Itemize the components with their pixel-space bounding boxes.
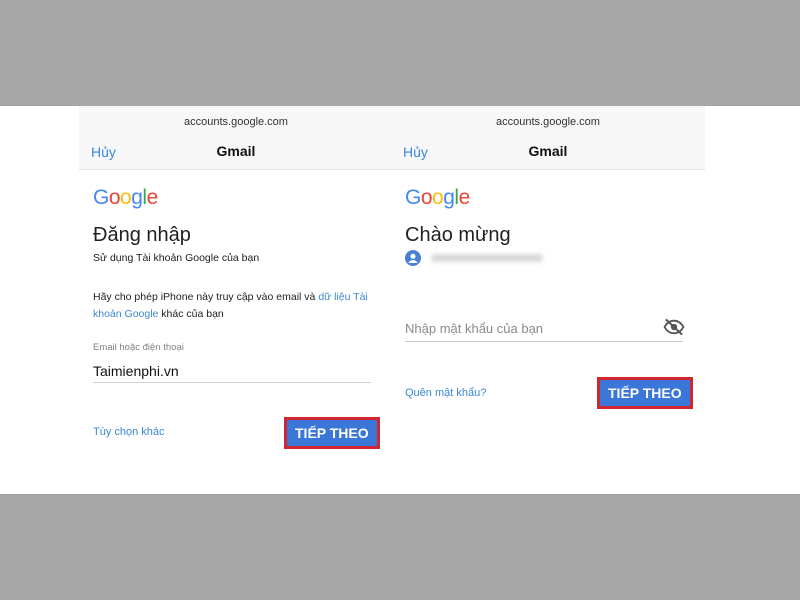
logo-letter: o — [108, 186, 121, 209]
email-field[interactable] — [93, 359, 371, 383]
logo-letter: G — [405, 186, 421, 209]
logo-letter: o — [420, 186, 433, 209]
logo-letter: o — [120, 186, 132, 209]
logo-letter: G — [93, 186, 109, 209]
next-button[interactable]: TIẾP THEO — [597, 377, 693, 409]
next-button[interactable]: TIẾP THEO — [284, 417, 380, 449]
logo-letter: g — [131, 186, 143, 209]
other-options-link[interactable]: Tùy chọn khác — [93, 426, 165, 438]
window-title: Gmail — [216, 143, 256, 159]
sign-in-screen: accounts.google.com Hủy Gmail Google Đăn… — [79, 106, 393, 494]
logo-letter: g — [443, 186, 455, 209]
password-input[interactable] — [405, 316, 683, 342]
logo-letter: e — [146, 186, 159, 209]
email-field-label: Email hoặc điện thoại — [93, 342, 184, 353]
password-screen: accounts.google.com Hủy Gmail Google Chà… — [391, 106, 705, 494]
account-chip[interactable] — [405, 248, 543, 268]
logo-letter: o — [432, 186, 444, 209]
permission-text-suffix: khác của bạn — [158, 308, 224, 320]
page-subtitle: Sử dụng Tài khoản Google của bạn — [93, 252, 260, 264]
window-title: Gmail — [528, 143, 568, 159]
google-logo: Google — [405, 186, 470, 210]
logo-letter: e — [458, 186, 471, 209]
google-logo: Google — [93, 186, 158, 210]
url-bar: accounts.google.com — [184, 116, 288, 128]
account-circle-icon — [405, 250, 421, 266]
browser-top-bar: accounts.google.com Hủy Gmail — [79, 106, 393, 170]
url-bar: accounts.google.com — [496, 116, 600, 128]
forgot-password-link[interactable]: Quên mật khẩu? — [405, 387, 486, 399]
page-title: Chào mừng — [405, 224, 511, 246]
eye-off-icon[interactable] — [663, 318, 685, 336]
blurred-email — [431, 254, 543, 262]
page-title: Đăng nhập — [93, 224, 191, 246]
permission-text-main: Hãy cho phép iPhone này truy cập vào ema… — [93, 291, 319, 303]
permission-text: Hãy cho phép iPhone này truy cập vào ema… — [93, 289, 383, 323]
browser-top-bar: accounts.google.com Hủy Gmail — [391, 106, 705, 170]
